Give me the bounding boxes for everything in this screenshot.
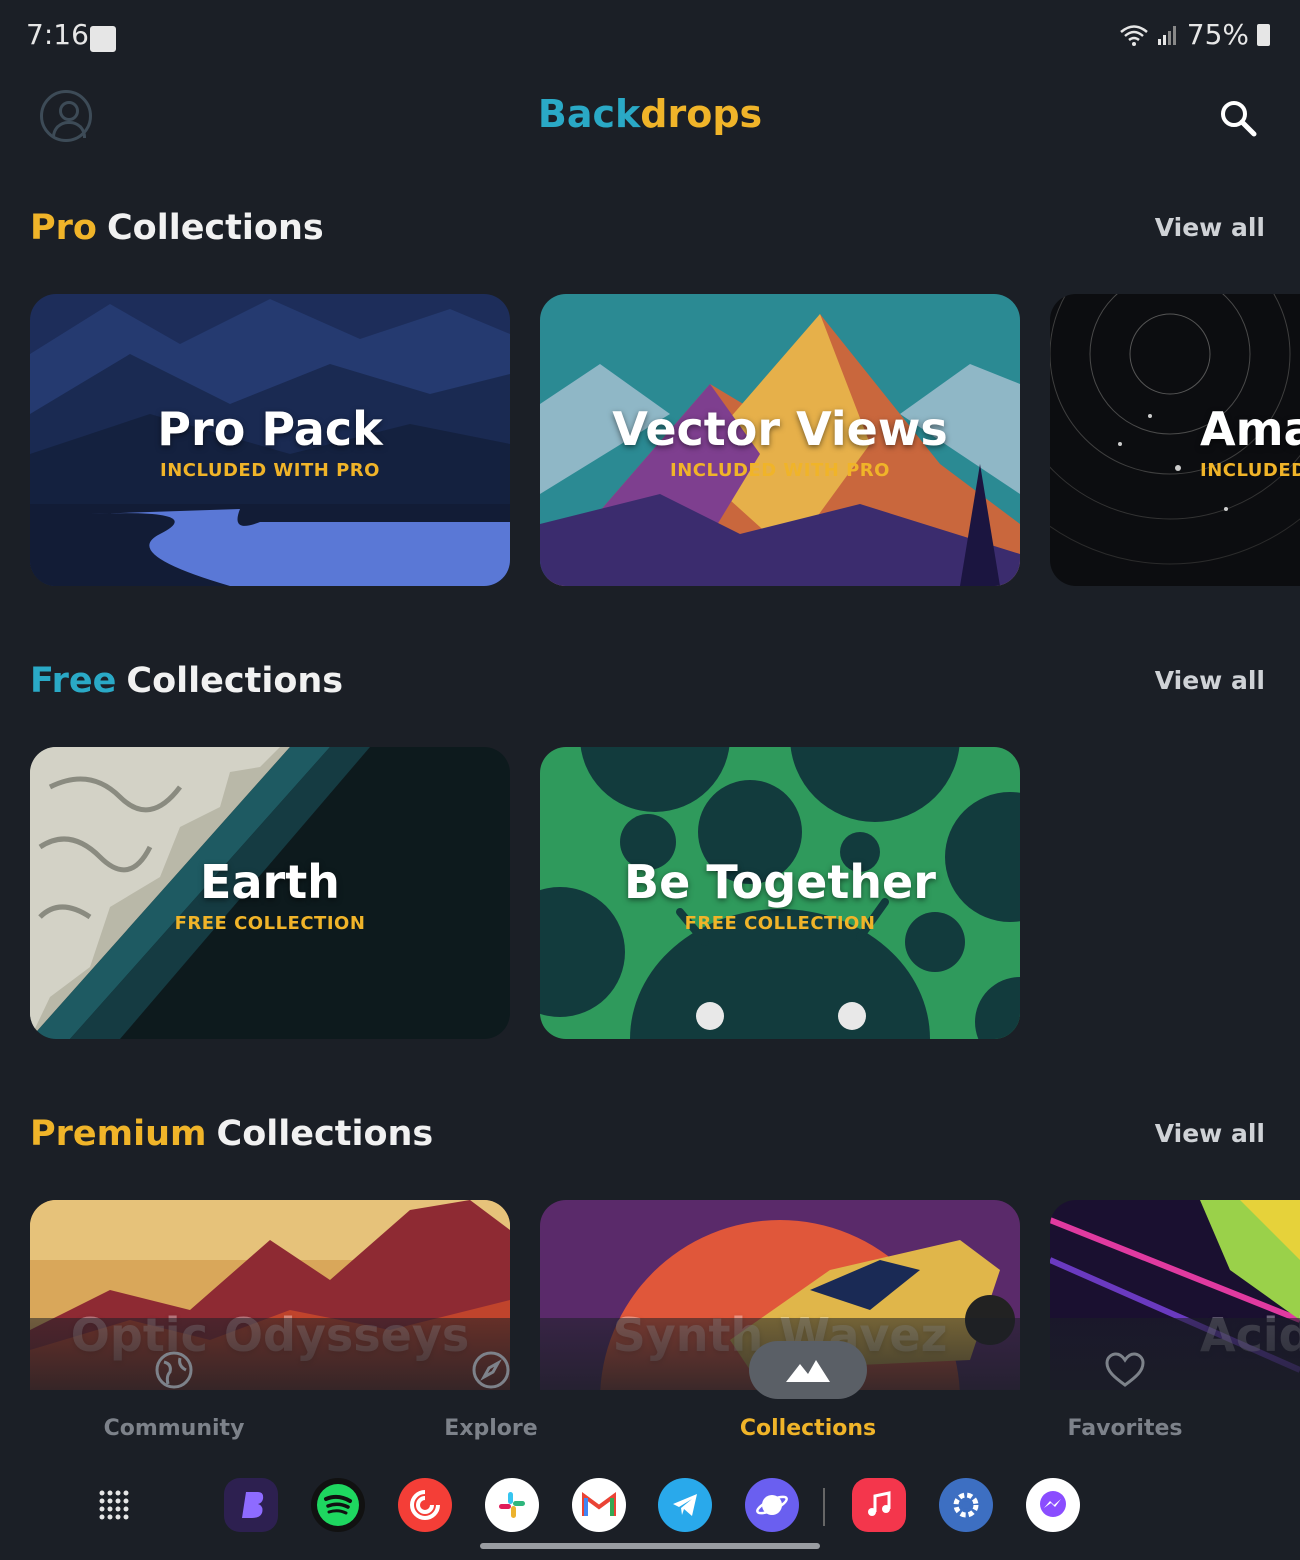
status-time: 7:16 [26, 18, 89, 51]
spotify-app-icon[interactable] [311, 1478, 365, 1532]
collection-card-ama[interactable]: Ama INCLUDED W [1050, 294, 1300, 586]
nav-label: Collections [739, 1416, 877, 1441]
view-all-free-button[interactable]: View all [1155, 666, 1265, 695]
section-title-free: Free Collections [30, 661, 344, 701]
dock-divider [823, 1488, 825, 1526]
music-app-icon[interactable] [852, 1478, 906, 1532]
gmail-app-icon[interactable] [572, 1478, 626, 1532]
home-indicator[interactable] [480, 1543, 820, 1549]
card-title: Earth [200, 855, 340, 909]
section-title-premium: Premium Collections [30, 1114, 434, 1154]
nav-label: Favorites [1067, 1416, 1183, 1441]
samsung-internet-app-icon[interactable] [745, 1478, 799, 1532]
telegram-app-icon[interactable] [658, 1478, 712, 1532]
nav-collections[interactable]: Collections [718, 1340, 898, 1441]
card-subtitle: FREE COLLECTION [174, 913, 366, 934]
mountains-icon [786, 1360, 830, 1382]
nav-favorites[interactable]: Favorites [1035, 1340, 1215, 1441]
compass-icon [472, 1351, 510, 1389]
globe-icon [155, 1351, 193, 1389]
heart-icon [1105, 1352, 1145, 1387]
nav-community[interactable]: Community [84, 1340, 264, 1441]
card-title: Pro Pack [157, 402, 383, 456]
card-title: Ama [1200, 402, 1300, 456]
card-title: Vector Views [612, 402, 948, 456]
nav-explore[interactable]: Explore [401, 1340, 581, 1441]
collection-card-be-together[interactable]: Be Together FREE COLLECTION [540, 747, 1020, 1039]
app-title: Backdrops [537, 92, 763, 136]
view-all-pro-button[interactable]: View all [1155, 213, 1265, 242]
wifi-icon [1119, 24, 1148, 46]
status-indicators: 75% [1119, 18, 1270, 51]
messenger-app-icon[interactable] [1026, 1478, 1080, 1532]
search-icon[interactable] [1218, 98, 1258, 138]
section-title-pro: Pro Collections [30, 208, 324, 248]
signal-icon [1157, 25, 1176, 45]
slack-app-icon[interactable] [485, 1478, 539, 1532]
battery-icon [1257, 23, 1270, 46]
settings-app-icon[interactable] [939, 1478, 993, 1532]
card-subtitle: FREE COLLECTION [684, 913, 876, 934]
battery-percent: 75% [1186, 18, 1249, 51]
collection-card-vector-views[interactable]: Vector Views INCLUDED WITH PRO [540, 294, 1020, 586]
nav-label: Community [103, 1416, 245, 1441]
app-drawer-icon[interactable] [87, 1478, 141, 1532]
card-subtitle: INCLUDED W [1200, 460, 1300, 481]
card-subtitle: INCLUDED WITH PRO [670, 460, 890, 481]
card-subtitle: INCLUDED WITH PRO [160, 460, 380, 481]
view-all-premium-button[interactable]: View all [1155, 1119, 1265, 1148]
collection-card-pro-pack[interactable]: Pro Pack INCLUDED WITH PRO [30, 294, 510, 586]
collection-card-earth[interactable]: Earth FREE COLLECTION [30, 747, 510, 1039]
gallery-notification-icon [90, 26, 116, 52]
nav-label: Explore [444, 1416, 538, 1441]
active-indicator-pill [749, 1341, 867, 1399]
pocket-casts-app-icon[interactable] [398, 1478, 452, 1532]
card-title: Be Together [624, 855, 936, 909]
beeper-app-icon[interactable] [224, 1478, 278, 1532]
